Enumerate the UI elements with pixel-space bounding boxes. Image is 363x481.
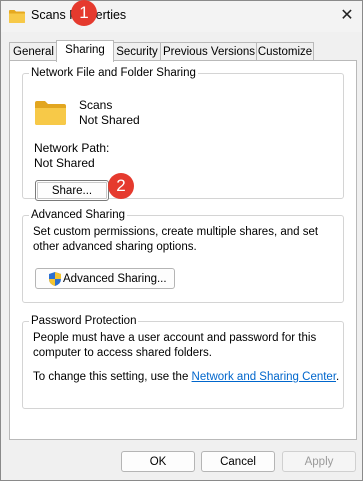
annotation-marker-2: 2 — [108, 173, 134, 199]
apply-button[interactable]: Apply — [282, 451, 356, 472]
folder-icon — [9, 10, 25, 23]
network-path-value: Not Shared — [34, 156, 95, 170]
share-button[interactable]: Share... — [35, 180, 109, 201]
network-sharing-center-link[interactable]: Network and Sharing Center — [192, 371, 336, 383]
tab-strip: General Sharing Security Previous Versio… — [9, 40, 357, 62]
folder-icon — [35, 101, 66, 125]
network-sharing-legend: Network File and Folder Sharing — [31, 67, 196, 79]
change-setting-prefix: To change this setting, use the — [33, 371, 192, 383]
advanced-sharing-button-label: Advanced Sharing... — [63, 273, 167, 285]
title-bar: Scans Properties ✕ — [1, 1, 362, 32]
advanced-sharing-group: Advanced Sharing Set custom permissions,… — [22, 209, 344, 303]
change-setting-suffix: . — [336, 371, 340, 383]
password-protection-legend: Password Protection — [31, 315, 137, 327]
folder-name: Scans — [79, 98, 113, 112]
password-protection-group: Password Protection People must have a u… — [22, 315, 344, 409]
sharing-tab-panel: Network File and Folder Sharing Scans No… — [9, 60, 357, 440]
network-path-label: Network Path: — [34, 141, 110, 155]
advanced-sharing-description: Set custom permissions, create multiple … — [33, 226, 319, 253]
network-sharing-group: Network File and Folder Sharing Scans No… — [22, 67, 344, 201]
uac-shield-icon — [49, 272, 61, 286]
ok-button[interactable]: OK — [121, 451, 195, 472]
tab-general[interactable]: General — [9, 42, 58, 61]
cancel-button[interactable]: Cancel — [201, 451, 275, 472]
tab-security[interactable]: Security — [112, 42, 162, 61]
tab-sharing[interactable]: Sharing — [56, 40, 114, 62]
change-setting-text: To change this setting, use the Network … — [33, 370, 343, 385]
close-icon[interactable]: ✕ — [338, 7, 356, 25]
tab-customize[interactable]: Customize — [256, 42, 314, 61]
advanced-sharing-legend: Advanced Sharing — [31, 209, 125, 221]
tab-previous-versions[interactable]: Previous Versions — [160, 42, 258, 61]
password-protection-description: People must have a user account and pass… — [33, 332, 317, 359]
share-status: Not Shared — [79, 113, 140, 127]
properties-window: Scans Properties ✕ General Sharing Secur… — [0, 0, 363, 481]
annotation-marker-1: 1 — [71, 0, 97, 26]
advanced-sharing-button[interactable]: Advanced Sharing... — [35, 268, 175, 289]
